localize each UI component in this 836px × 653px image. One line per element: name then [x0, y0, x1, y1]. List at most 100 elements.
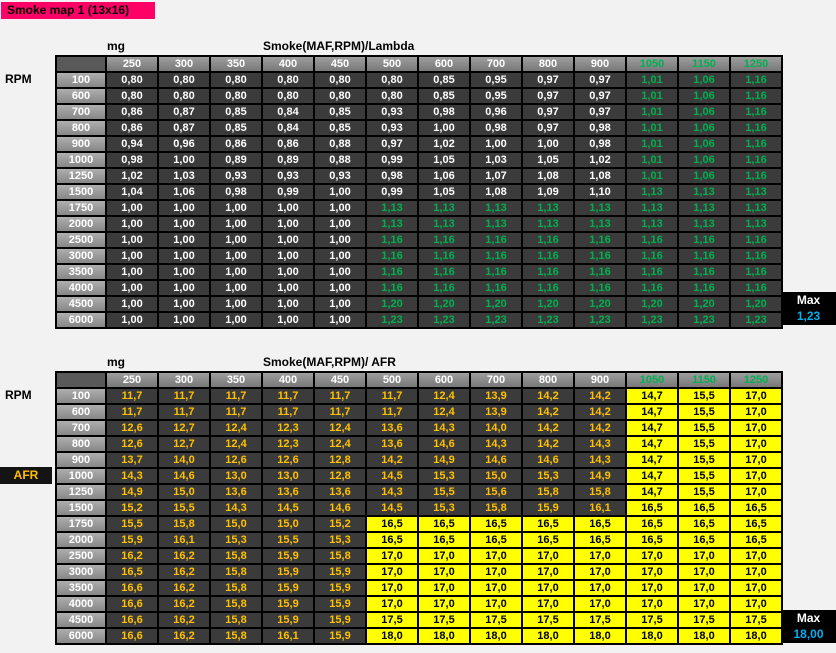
- map-cell-900-900[interactable]: 14,3: [574, 452, 626, 468]
- map-cell-1250-1150[interactable]: 1,06: [678, 168, 730, 184]
- map-cell-2000-400[interactable]: 15,5: [262, 532, 314, 548]
- map-cell-700-1050[interactable]: 14,7: [626, 420, 678, 436]
- map-cell-600-600[interactable]: 0,85: [418, 88, 470, 104]
- map-cell-1500-1150[interactable]: 16,5: [678, 500, 730, 516]
- map-cell-1500-500[interactable]: 14,5: [366, 500, 418, 516]
- map-cell-1500-300[interactable]: 15,5: [158, 500, 210, 516]
- map-cell-3000-700[interactable]: 1,16: [470, 248, 522, 264]
- map-cell-900-800[interactable]: 14,6: [522, 452, 574, 468]
- map-cell-1000-350[interactable]: 0,89: [210, 152, 262, 168]
- map-cell-100-900[interactable]: 0,97: [574, 72, 626, 88]
- map-cell-3500-600[interactable]: 17,0: [418, 580, 470, 596]
- map-cell-6000-1050[interactable]: 1,23: [626, 312, 678, 328]
- map-cell-700-1150[interactable]: 15,5: [678, 420, 730, 436]
- map-cell-1750-1250[interactable]: 1,13: [730, 200, 782, 216]
- map-cell-3000-500[interactable]: 17,0: [366, 564, 418, 580]
- map-cell-1250-900[interactable]: 15,8: [574, 484, 626, 500]
- map-cell-900-500[interactable]: 0,97: [366, 136, 418, 152]
- map-cell-4500-1050[interactable]: 1,20: [626, 296, 678, 312]
- map-cell-4000-300[interactable]: 16,2: [158, 596, 210, 612]
- map-cell-1500-1150[interactable]: 1,13: [678, 184, 730, 200]
- map-cell-4000-900[interactable]: 1,16: [574, 280, 626, 296]
- map-cell-1500-600[interactable]: 1,05: [418, 184, 470, 200]
- map-cell-900-250[interactable]: 13,7: [106, 452, 158, 468]
- map-cell-1000-600[interactable]: 1,05: [418, 152, 470, 168]
- map-cell-1750-600[interactable]: 16,5: [418, 516, 470, 532]
- map-cell-2500-350[interactable]: 1,00: [210, 232, 262, 248]
- map-cell-600-800[interactable]: 0,97: [522, 88, 574, 104]
- map-cell-1250-900[interactable]: 1,08: [574, 168, 626, 184]
- map-cell-100-300[interactable]: 0,80: [158, 72, 210, 88]
- map-cell-6000-350[interactable]: 15,8: [210, 628, 262, 644]
- map-cell-1000-1150[interactable]: 15,5: [678, 468, 730, 484]
- map-cell-2000-350[interactable]: 15,3: [210, 532, 262, 548]
- map-cell-1750-300[interactable]: 15,8: [158, 516, 210, 532]
- map-cell-2000-500[interactable]: 1,13: [366, 216, 418, 232]
- map-cell-1750-400[interactable]: 1,00: [262, 200, 314, 216]
- map-cell-3000-600[interactable]: 1,16: [418, 248, 470, 264]
- map-cell-100-700[interactable]: 0,95: [470, 72, 522, 88]
- map-cell-100-350[interactable]: 0,80: [210, 72, 262, 88]
- map-cell-6000-600[interactable]: 1,23: [418, 312, 470, 328]
- map-cell-600-1050[interactable]: 1,01: [626, 88, 678, 104]
- map-cell-6000-700[interactable]: 1,23: [470, 312, 522, 328]
- map-cell-4000-600[interactable]: 1,16: [418, 280, 470, 296]
- map-cell-1250-450[interactable]: 0,93: [314, 168, 366, 184]
- map-cell-2500-450[interactable]: 1,00: [314, 232, 366, 248]
- map-cell-3500-900[interactable]: 1,16: [574, 264, 626, 280]
- map-cell-800-300[interactable]: 12,7: [158, 436, 210, 452]
- map-cell-3500-1250[interactable]: 1,16: [730, 264, 782, 280]
- map-cell-2000-300[interactable]: 16,1: [158, 532, 210, 548]
- map-cell-800-600[interactable]: 1,00: [418, 120, 470, 136]
- map-cell-2000-450[interactable]: 1,00: [314, 216, 366, 232]
- map-cell-3500-1150[interactable]: 17,0: [678, 580, 730, 596]
- map-cell-1500-1050[interactable]: 16,5: [626, 500, 678, 516]
- map-cell-800-700[interactable]: 14,3: [470, 436, 522, 452]
- map-cell-4000-800[interactable]: 17,0: [522, 596, 574, 612]
- map-cell-3000-400[interactable]: 15,9: [262, 564, 314, 580]
- map-cell-800-250[interactable]: 12,6: [106, 436, 158, 452]
- map-cell-600-350[interactable]: 11,7: [210, 404, 262, 420]
- map-cell-4500-250[interactable]: 16,6: [106, 612, 158, 628]
- map-cell-800-1150[interactable]: 1,06: [678, 120, 730, 136]
- map-cell-700-1250[interactable]: 1,16: [730, 104, 782, 120]
- map-cell-1750-500[interactable]: 1,13: [366, 200, 418, 216]
- map-cell-6000-1250[interactable]: 1,23: [730, 312, 782, 328]
- map-cell-600-900[interactable]: 0,97: [574, 88, 626, 104]
- map-cell-4000-1250[interactable]: 17,0: [730, 596, 782, 612]
- map-cell-800-450[interactable]: 0,85: [314, 120, 366, 136]
- map-cell-600-250[interactable]: 0,80: [106, 88, 158, 104]
- map-cell-1750-450[interactable]: 1,00: [314, 200, 366, 216]
- map-cell-6000-300[interactable]: 1,00: [158, 312, 210, 328]
- map-cell-3000-900[interactable]: 1,16: [574, 248, 626, 264]
- map-cell-700-350[interactable]: 12,4: [210, 420, 262, 436]
- map-cell-600-500[interactable]: 11,7: [366, 404, 418, 420]
- map-cell-2500-700[interactable]: 17,0: [470, 548, 522, 564]
- map-cell-6000-1150[interactable]: 18,0: [678, 628, 730, 644]
- map-cell-2500-300[interactable]: 16,2: [158, 548, 210, 564]
- map-cell-6000-300[interactable]: 16,2: [158, 628, 210, 644]
- map-cell-1250-450[interactable]: 13,6: [314, 484, 366, 500]
- map-cell-1250-1050[interactable]: 14,7: [626, 484, 678, 500]
- map-cell-1750-900[interactable]: 16,5: [574, 516, 626, 532]
- map-cell-3500-1050[interactable]: 17,0: [626, 580, 678, 596]
- map-cell-100-250[interactable]: 0,80: [106, 72, 158, 88]
- map-cell-3500-300[interactable]: 16,2: [158, 580, 210, 596]
- map-cell-1000-900[interactable]: 1,02: [574, 152, 626, 168]
- map-cell-4500-450[interactable]: 1,00: [314, 296, 366, 312]
- map-cell-4000-500[interactable]: 17,0: [366, 596, 418, 612]
- map-cell-1500-350[interactable]: 0,98: [210, 184, 262, 200]
- map-cell-4000-700[interactable]: 17,0: [470, 596, 522, 612]
- map-cell-700-700[interactable]: 0,96: [470, 104, 522, 120]
- map-cell-700-450[interactable]: 0,85: [314, 104, 366, 120]
- map-cell-2000-700[interactable]: 1,13: [470, 216, 522, 232]
- map-cell-700-350[interactable]: 0,85: [210, 104, 262, 120]
- map-cell-100-1150[interactable]: 15,5: [678, 388, 730, 404]
- map-cell-900-900[interactable]: 0,98: [574, 136, 626, 152]
- map-cell-3000-1150[interactable]: 17,0: [678, 564, 730, 580]
- map-cell-1250-1050[interactable]: 1,01: [626, 168, 678, 184]
- map-cell-100-600[interactable]: 12,4: [418, 388, 470, 404]
- map-cell-3500-250[interactable]: 16,6: [106, 580, 158, 596]
- map-cell-3500-600[interactable]: 1,16: [418, 264, 470, 280]
- map-cell-100-800[interactable]: 0,97: [522, 72, 574, 88]
